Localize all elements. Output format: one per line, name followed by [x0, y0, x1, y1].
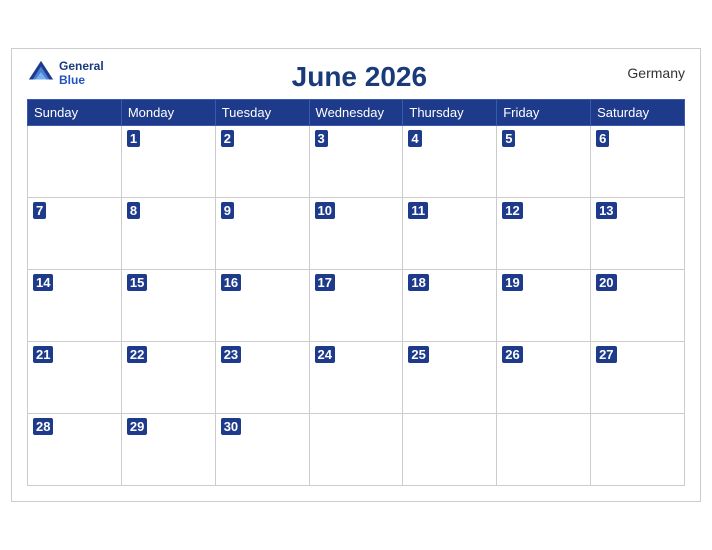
calendar-day-cell	[497, 414, 591, 486]
date-number: 11	[408, 202, 428, 219]
date-number: 28	[33, 418, 53, 435]
date-number: 1	[127, 130, 140, 147]
date-number: 24	[315, 346, 335, 363]
calendar-day-cell: 17	[309, 270, 403, 342]
date-number: 17	[315, 274, 335, 291]
calendar-day-cell: 5	[497, 126, 591, 198]
weekday-header-row: Sunday Monday Tuesday Wednesday Thursday…	[28, 100, 685, 126]
calendar-day-cell: 29	[121, 414, 215, 486]
calendar-week-row: 7 8 9 10 11 12 13	[28, 198, 685, 270]
calendar-day-cell: 13	[591, 198, 685, 270]
calendar-day-cell: 7	[28, 198, 122, 270]
calendar-week-row: 28 29 30	[28, 414, 685, 486]
col-tuesday: Tuesday	[215, 100, 309, 126]
calendar-title: June 2026	[104, 61, 615, 93]
logo-text: General Blue	[59, 59, 104, 88]
logo-general: General	[59, 59, 104, 73]
date-number: 13	[596, 202, 616, 219]
date-number: 8	[127, 202, 140, 219]
calendar-day-cell: 14	[28, 270, 122, 342]
date-number: 3	[315, 130, 328, 147]
calendar-week-row: 1 2 3 4 5 6	[28, 126, 685, 198]
date-number: 22	[127, 346, 147, 363]
calendar-day-cell	[403, 414, 497, 486]
calendar-day-cell: 16	[215, 270, 309, 342]
calendar-day-cell: 18	[403, 270, 497, 342]
col-friday: Friday	[497, 100, 591, 126]
calendar-day-cell: 24	[309, 342, 403, 414]
date-number: 29	[127, 418, 147, 435]
calendar-week-row: 21 22 23 24 25 26 27	[28, 342, 685, 414]
date-number: 7	[33, 202, 46, 219]
date-number: 16	[221, 274, 241, 291]
col-sunday: Sunday	[28, 100, 122, 126]
calendar-day-cell: 21	[28, 342, 122, 414]
date-number: 2	[221, 130, 234, 147]
date-number: 9	[221, 202, 234, 219]
calendar-day-cell	[309, 414, 403, 486]
date-number: 19	[502, 274, 522, 291]
date-number: 25	[408, 346, 428, 363]
calendar-day-cell: 25	[403, 342, 497, 414]
calendar-day-cell: 4	[403, 126, 497, 198]
col-wednesday: Wednesday	[309, 100, 403, 126]
calendar-day-cell: 27	[591, 342, 685, 414]
calendar-day-cell: 11	[403, 198, 497, 270]
calendar-day-cell: 9	[215, 198, 309, 270]
calendar-day-cell	[28, 126, 122, 198]
country-label: Germany	[615, 65, 685, 81]
calendar-day-cell: 23	[215, 342, 309, 414]
date-number: 21	[33, 346, 53, 363]
date-number: 14	[33, 274, 53, 291]
calendar-day-cell: 22	[121, 342, 215, 414]
col-thursday: Thursday	[403, 100, 497, 126]
date-number: 23	[221, 346, 241, 363]
calendar-day-cell: 3	[309, 126, 403, 198]
calendar-body: 1234567891011121314151617181920212223242…	[28, 126, 685, 486]
col-monday: Monday	[121, 100, 215, 126]
date-number: 15	[127, 274, 147, 291]
calendar-day-cell: 1	[121, 126, 215, 198]
calendar-day-cell: 26	[497, 342, 591, 414]
calendar: General Blue June 2026 Germany Sunday Mo…	[11, 48, 701, 502]
calendar-table: Sunday Monday Tuesday Wednesday Thursday…	[27, 99, 685, 486]
date-number: 10	[315, 202, 335, 219]
calendar-day-cell: 28	[28, 414, 122, 486]
date-number: 18	[408, 274, 428, 291]
date-number: 6	[596, 130, 609, 147]
logo-icon	[27, 59, 55, 87]
calendar-header: General Blue June 2026 Germany	[27, 59, 685, 93]
date-number: 30	[221, 418, 241, 435]
date-number: 5	[502, 130, 515, 147]
calendar-day-cell: 10	[309, 198, 403, 270]
col-saturday: Saturday	[591, 100, 685, 126]
calendar-day-cell: 30	[215, 414, 309, 486]
logo-area: General Blue	[27, 59, 104, 88]
calendar-week-row: 14 15 16 17 18 19 20	[28, 270, 685, 342]
logo-blue: Blue	[59, 73, 104, 87]
calendar-day-cell: 20	[591, 270, 685, 342]
calendar-day-cell: 2	[215, 126, 309, 198]
calendar-day-cell: 19	[497, 270, 591, 342]
calendar-day-cell	[591, 414, 685, 486]
date-number: 27	[596, 346, 616, 363]
date-number: 26	[502, 346, 522, 363]
date-number: 20	[596, 274, 616, 291]
calendar-day-cell: 6	[591, 126, 685, 198]
calendar-day-cell: 8	[121, 198, 215, 270]
calendar-day-cell: 12	[497, 198, 591, 270]
date-number: 4	[408, 130, 421, 147]
date-number: 12	[502, 202, 522, 219]
calendar-day-cell: 15	[121, 270, 215, 342]
